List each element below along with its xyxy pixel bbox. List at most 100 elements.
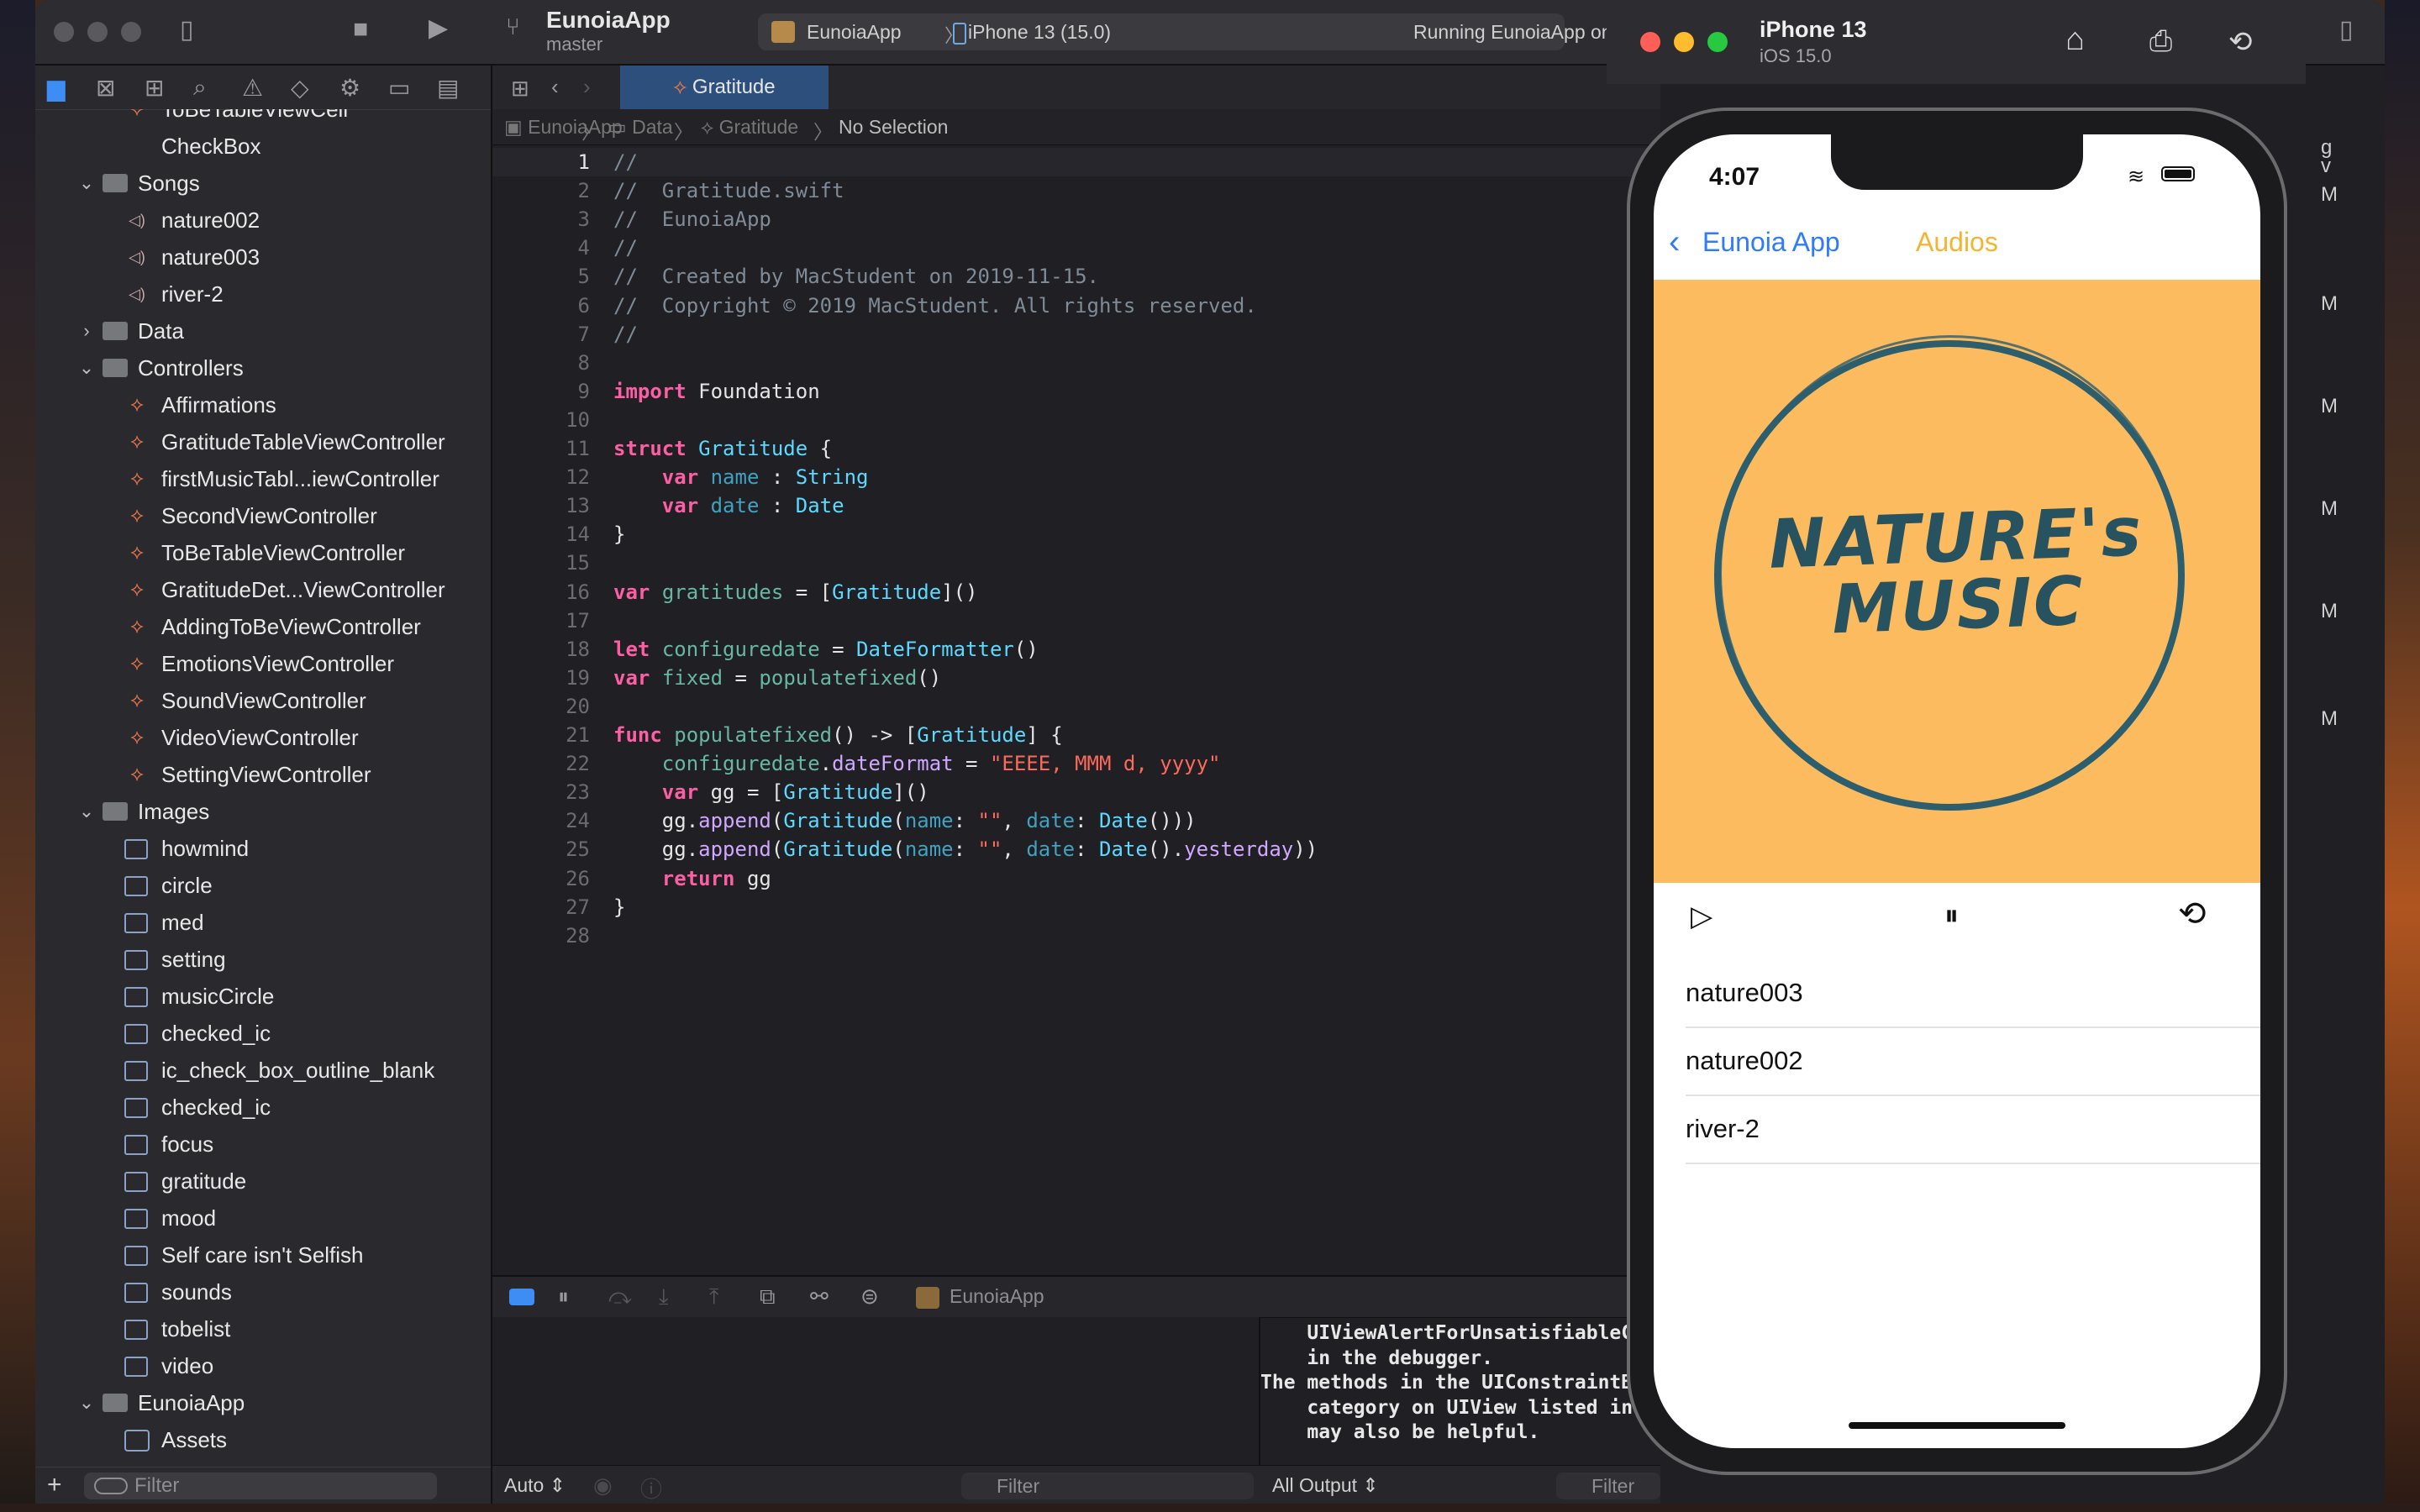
breadcrumb-file[interactable]: ⟡ Gratitude — [701, 116, 798, 139]
chevron-right-icon[interactable]: › — [74, 312, 99, 349]
scheme-selector[interactable]: EunoiaApp 〉 iPhone 13 (15.0) Running Eun… — [758, 13, 1645, 50]
filter-options-icon[interactable] — [94, 1478, 128, 1494]
navigator-item[interactable]: ◁) river-2 — [35, 276, 491, 312]
scheme-device-label[interactable]: iPhone 13 (15.0) — [968, 21, 1111, 44]
breadcrumb-selection[interactable]: No Selection — [839, 116, 948, 139]
code-line[interactable]: 12 var name : String — [492, 463, 1660, 491]
simulator-close-button[interactable] — [1640, 32, 1660, 52]
song-row[interactable]: nature003 — [1686, 959, 2260, 1028]
step-into-icon[interactable]: ⤓ — [659, 1284, 669, 1310]
report-tab-icon[interactable]: ▤ — [437, 74, 459, 102]
code-line[interactable]: 24 gg.append(Gratitude(name: "", date: D… — [492, 806, 1660, 835]
navigator-item[interactable]: ⌄ Images — [35, 793, 491, 830]
back-button[interactable]: Eunoia App — [1702, 227, 1840, 258]
navigator-item[interactable]: focus — [35, 1126, 491, 1163]
debug-tab-icon[interactable]: ⚙ — [339, 74, 360, 102]
navigator-item[interactable]: ⟡ SettingViewController — [35, 756, 491, 793]
navigator-item[interactable]: CheckBox — [35, 128, 491, 165]
tab-gratitude[interactable]: ⟡ Gratitude — [620, 66, 829, 109]
code-line[interactable]: 17 — [492, 606, 1660, 635]
code-line[interactable]: 3 // EunoiaApp — [492, 205, 1660, 234]
navigator-item[interactable]: ⟡ SecondViewController — [35, 497, 491, 534]
code-line[interactable]: 19 var fixed = populatefixed() — [492, 664, 1660, 692]
navigator-item[interactable]: ⟡ ToBeTableViewController — [35, 534, 491, 571]
navigator-item[interactable]: ⟡ VideoViewController — [35, 719, 491, 756]
navigator-item[interactable]: ⟡ Affirmations — [35, 386, 491, 423]
replay-icon[interactable]: ⟲ — [2178, 895, 2207, 933]
breadcrumb-project[interactable]: ▣ EunoiaApp — [504, 116, 623, 139]
navigator-item[interactable]: ⟡ SoundViewController — [35, 682, 491, 719]
back-arrow-icon[interactable]: ‹ — [551, 74, 559, 100]
code-line[interactable]: 6 // Copyright © 2019 MacStudent. All rig… — [492, 291, 1660, 320]
navigator-item[interactable]: ◁) nature002 — [35, 202, 491, 239]
navigator-item[interactable]: ⟡ GratitudeDet...ViewController — [35, 571, 491, 608]
navigator-item[interactable]: ⟡ AddingToBeViewController — [35, 608, 491, 645]
breakpoints-toggle-icon[interactable] — [509, 1289, 534, 1305]
navigator-item[interactable]: ic_check_box_outline_blank — [35, 1052, 491, 1089]
auto-selector[interactable]: Auto ⇕ — [504, 1474, 566, 1497]
breadcrumb-data[interactable]: ▭ Data — [608, 116, 673, 139]
code-area[interactable]: 1 // 2 // Gratitude.swift 3 // EunoiaApp 4 // 5 /… — [492, 148, 1660, 1273]
inspector-toggle-icon[interactable]: ▯ — [2339, 15, 2354, 45]
step-over-icon[interactable]: ⤼ — [608, 1284, 632, 1310]
code-line[interactable]: 9 import Foundation — [492, 377, 1660, 406]
chevron-down-icon[interactable]: ⌄ — [74, 349, 99, 386]
navigator-filter-input[interactable]: Filter — [84, 1473, 437, 1499]
folder-tab-icon[interactable]: ▆ — [47, 74, 66, 102]
step-out-icon[interactable]: ⤒ — [709, 1284, 719, 1310]
close-window-button[interactable] — [54, 22, 74, 42]
code-line[interactable]: 16 var gratitudes = [Gratitude]() — [492, 578, 1660, 606]
navigator-item[interactable]: ⌄ Controllers — [35, 349, 491, 386]
console-filter-input[interactable]: Filter — [1556, 1473, 1660, 1499]
back-chevron-icon[interactable]: ‹ — [1669, 223, 1680, 261]
navigator-item[interactable]: musicCircle — [35, 978, 491, 1015]
navigator-item[interactable]: tobelist — [35, 1310, 491, 1347]
info-icon[interactable]: ⓘ — [640, 1473, 662, 1504]
code-line[interactable]: 13 var date : Date — [492, 491, 1660, 520]
source-control-tab-icon[interactable]: ⊠ — [96, 74, 115, 102]
simulator-zoom-button[interactable] — [1707, 32, 1728, 52]
navigator-item[interactable]: ⟡ GratitudeTableViewController — [35, 423, 491, 460]
navigator-item[interactable]: ⟡ firstMusicTabl...iewController — [35, 460, 491, 497]
chevron-down-icon[interactable]: ⌄ — [74, 793, 99, 830]
code-line[interactable]: 14} — [492, 520, 1660, 549]
navigator-item[interactable]: sounds — [35, 1273, 491, 1310]
navigator-item[interactable]: mood — [35, 1200, 491, 1236]
symbol-tab-icon[interactable]: ⊞ — [145, 74, 164, 102]
navigator-item[interactable]: ⟡ EmotionsViewController — [35, 645, 491, 682]
navigator-item[interactable]: gratitude — [35, 1163, 491, 1200]
view-hierarchy-icon[interactable]: ⧉ — [760, 1284, 776, 1310]
environment-overrides-icon[interactable]: ⊜ — [860, 1284, 879, 1310]
song-row[interactable]: river-2 — [1686, 1095, 2260, 1164]
code-line[interactable]: 7 // — [492, 320, 1660, 349]
code-line[interactable]: 2 // Gratitude.swift — [492, 176, 1660, 205]
run-icon[interactable]: ▶ — [429, 13, 448, 43]
memory-graph-icon[interactable]: ⚯ — [810, 1284, 829, 1310]
navigator-item[interactable]: ⌄ EunoiaApp — [35, 1384, 491, 1421]
song-row[interactable]: nature002 — [1686, 1027, 2260, 1096]
home-icon[interactable]: ⌂ — [2065, 22, 2085, 58]
eye-icon[interactable]: ◉ — [593, 1473, 613, 1499]
play-icon[interactable]: ▷ — [1691, 900, 1712, 933]
code-line[interactable]: 20 — [492, 692, 1660, 721]
add-icon[interactable]: + — [47, 1471, 62, 1499]
chevron-down-icon[interactable]: ⌄ — [74, 165, 99, 202]
code-line[interactable]: 23 var gg = [Gratitude]() — [492, 778, 1660, 806]
output-selector[interactable]: All Output ⇕ — [1272, 1474, 1379, 1497]
code-line[interactable]: 10 — [492, 406, 1660, 434]
navigator-item[interactable]: setting — [35, 941, 491, 978]
code-line[interactable]: 21 func populatefixed() -> [Gratitude] { — [492, 721, 1660, 749]
editor-grid-icon[interactable]: ⊞ — [511, 76, 529, 102]
find-tab-icon[interactable]: ⌕ — [193, 74, 207, 102]
navigator-item[interactable]: video — [35, 1347, 491, 1384]
code-line[interactable]: 8 — [492, 349, 1660, 377]
code-line[interactable]: 4 // — [492, 234, 1660, 262]
navigator-item[interactable]: checked_ic — [35, 1089, 491, 1126]
navigator-item[interactable]: circle — [35, 867, 491, 904]
chevron-down-icon[interactable]: ⌄ — [74, 1384, 99, 1421]
forward-arrow-icon[interactable]: › — [583, 74, 591, 100]
code-line[interactable]: 11 struct Gratitude { — [492, 434, 1660, 463]
stop-icon[interactable]: ■ — [353, 15, 368, 44]
navigator-item[interactable]: ⟡ ToBeTableViewCell — [35, 109, 491, 128]
rotate-icon[interactable]: ⟲ — [2228, 25, 2253, 59]
